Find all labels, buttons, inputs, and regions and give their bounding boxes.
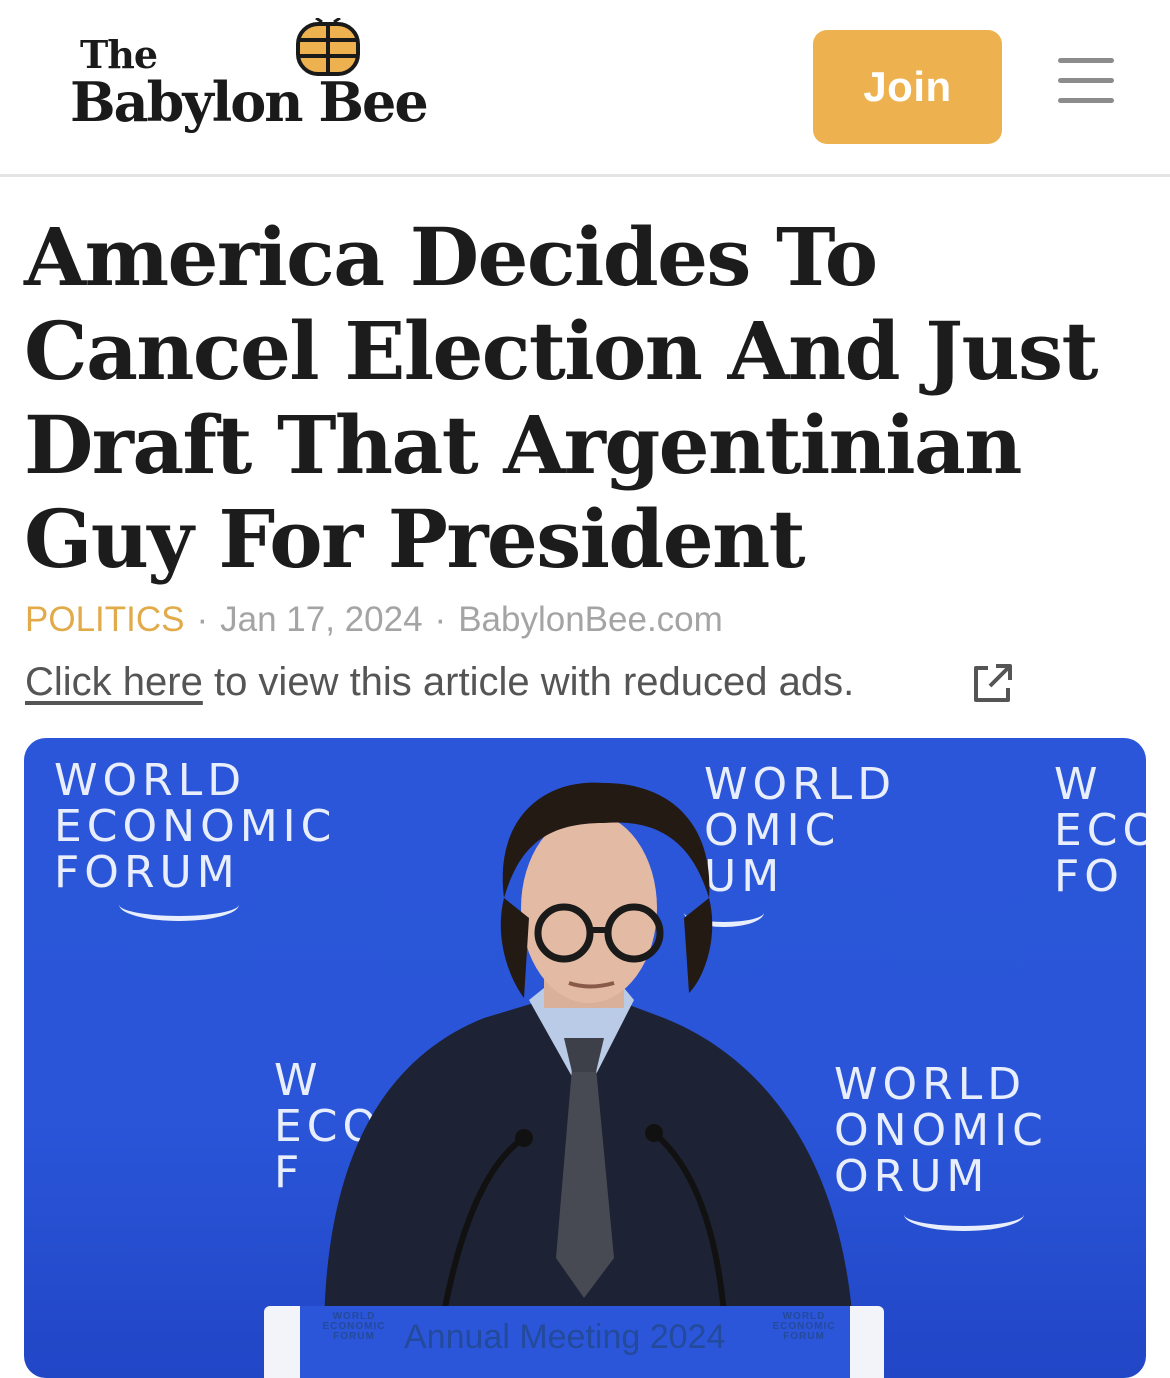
- article-source: BabylonBee.com: [458, 600, 723, 639]
- article-hero-image[interactable]: WORLD ECONOMIC FORUM WORLD OMIC UM W ECO…: [24, 738, 1146, 1378]
- external-link-icon[interactable]: [970, 662, 1014, 706]
- article-meta: POLITICS · Jan 17, 2024 · BabylonBee.com: [25, 600, 723, 640]
- podium-wef-badge: WORLD ECONOMIC FORUM: [772, 1311, 836, 1342]
- podium-caption: Annual Meeting 2024: [404, 1318, 726, 1356]
- reduced-ads-notice: Click here to view this article with red…: [25, 660, 854, 705]
- category-link[interactable]: POLITICS: [25, 600, 184, 639]
- speaker-figure: [324, 782, 854, 1338]
- site-logo[interactable]: The Babylon Bee: [70, 18, 470, 148]
- reduced-ads-link[interactable]: Click here: [25, 660, 203, 704]
- meta-separator: ·: [434, 600, 447, 639]
- site-header: The Babylon Bee Join: [0, 0, 1170, 177]
- podium-wef-badge: WORLD ECONOMIC FORUM: [322, 1311, 386, 1342]
- join-button[interactable]: Join: [813, 30, 1002, 144]
- logo-name-text: Babylon Bee: [70, 70, 429, 134]
- hamburger-menu-icon[interactable]: [1058, 58, 1114, 104]
- article-headline: America Decides To Cancel Election And J…: [24, 210, 1098, 586]
- podium: WORLD ECONOMIC FORUM Annual Meeting 2024…: [264, 1306, 884, 1378]
- reduced-ads-text: to view this article with reduced ads.: [202, 660, 855, 704]
- meta-separator: ·: [196, 600, 209, 639]
- article-date: Jan 17, 2024: [220, 600, 423, 639]
